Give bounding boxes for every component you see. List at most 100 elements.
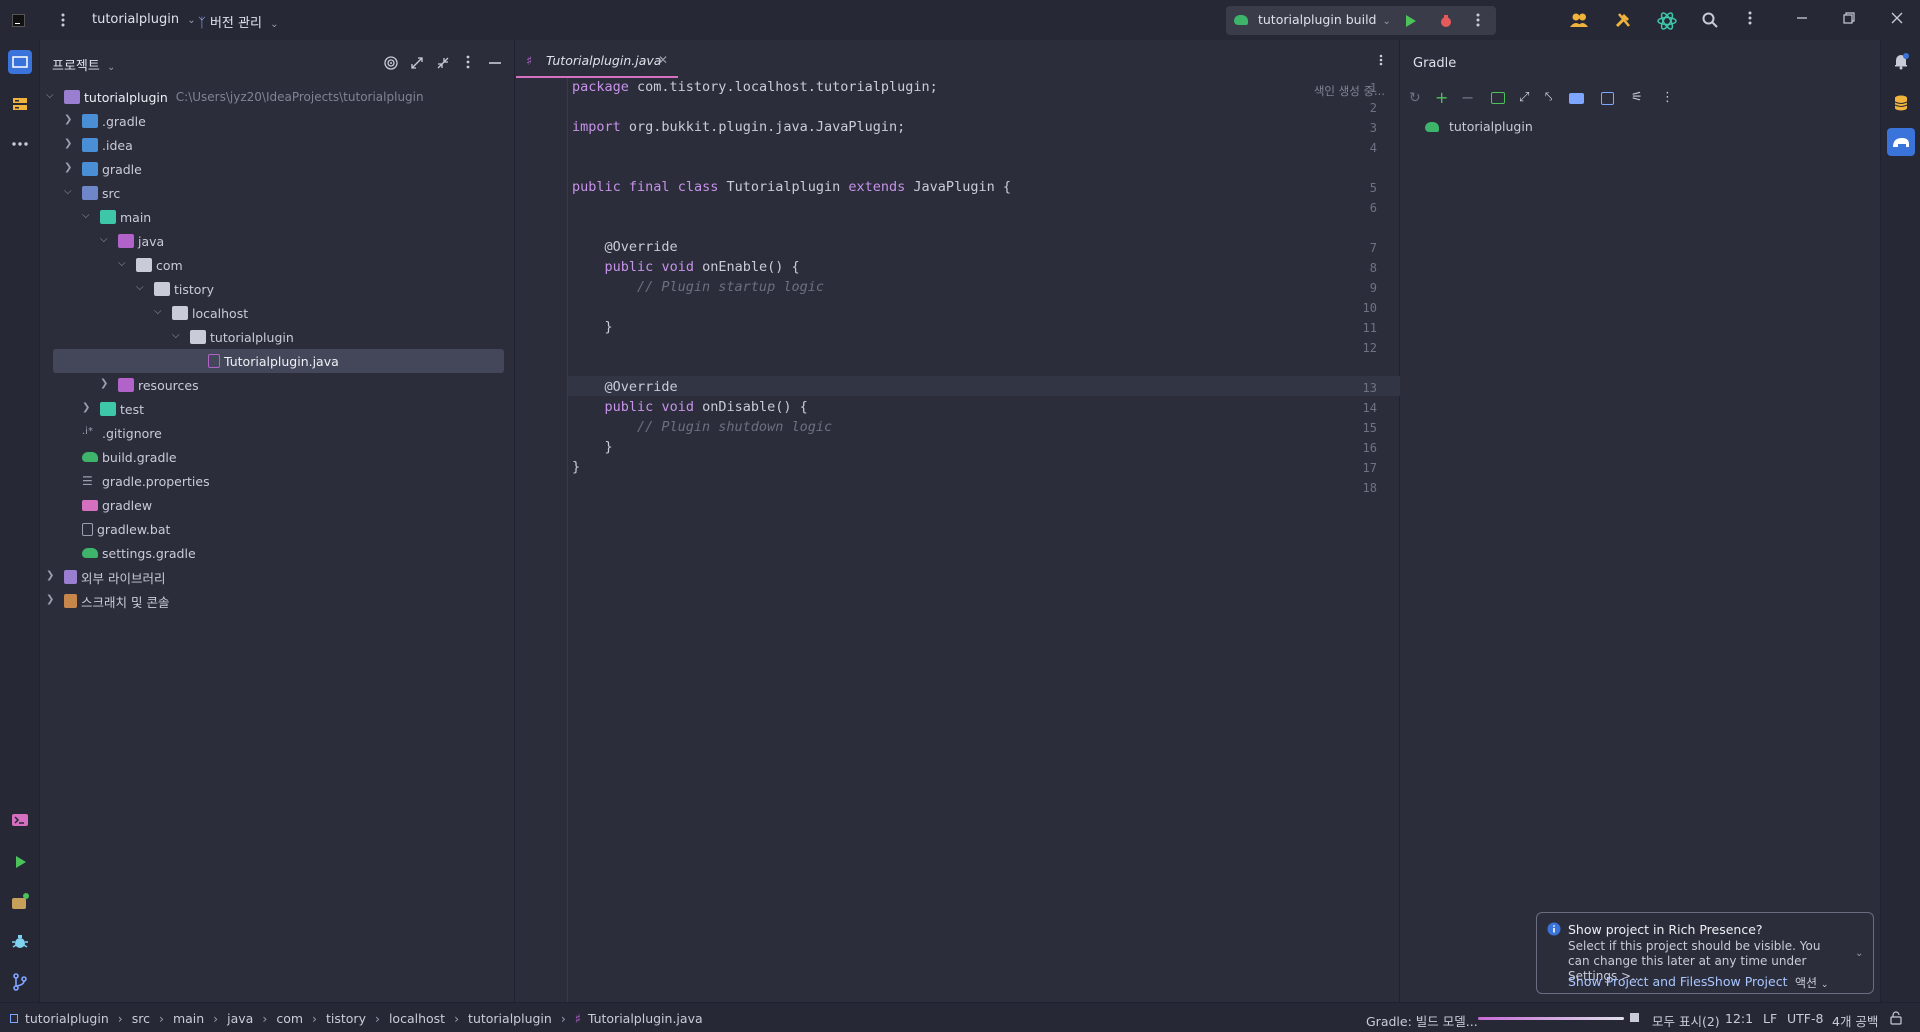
ai-assistant-icon[interactable] [1657,11,1677,30]
actions-dropdown[interactable]: 액션 ⌄ [1795,974,1828,991]
tree-item-main[interactable]: ⌵ main [82,206,151,228]
locate-file-icon[interactable] [383,55,399,71]
minimize-window-icon[interactable] [1795,11,1813,29]
tree-item-build-gradle[interactable]: build.gradle [82,446,177,468]
folder-icon[interactable] [1569,93,1584,104]
breadcrumb-item[interactable]: main [173,1011,204,1026]
tree-item-gradle[interactable]: ❯ gradle [64,158,142,180]
file-encoding[interactable]: UTF-8 [1787,1011,1823,1026]
debug-button[interactable] [1438,13,1454,29]
build-tools-icon[interactable] [1614,11,1632,29]
tree-item-idea[interactable]: ❯ .idea [64,134,133,156]
collapse-all-icon[interactable] [435,55,451,71]
git-branch-icon[interactable] [8,970,32,994]
left-tool-strip [0,40,40,1002]
main-menu-icon[interactable] [56,12,70,28]
breadcrumb-item[interactable]: tutorialplugin [468,1011,552,1026]
tree-item-label: gradlew.bat [97,521,171,537]
tree-item-java[interactable]: ⌵ java [100,230,164,252]
more-options-icon[interactable]: ⋮ [1661,90,1674,105]
tree-item-tistory[interactable]: ⌵ tistory [136,278,214,300]
tree-item-test[interactable]: ❯ test [82,398,144,420]
tree-item-settings-gradle[interactable]: settings.gradle [82,542,196,564]
tree-item-com[interactable]: ⌵ com [118,254,183,276]
project-view-dropdown[interactable]: 프로젝트 ⌄ [52,55,115,74]
project-tool-button[interactable] [8,50,32,74]
intellij-logo-icon[interactable] [12,14,25,27]
notifications-icon[interactable] [1892,52,1910,70]
problems-icon[interactable] [8,930,32,954]
run-tool-icon[interactable] [8,850,32,874]
breadcrumb-item[interactable]: src [132,1011,150,1026]
tree-item-src[interactable]: ⌵ src [64,182,120,204]
editor-tab[interactable]: ♯ Tutorialplugin.java ✕ [516,40,678,78]
close-tab-icon[interactable]: ✕ [658,53,668,67]
database-icon[interactable] [1892,94,1910,112]
close-window-icon[interactable] [1890,11,1908,29]
indent-setting[interactable]: 4개 공백 [1832,1011,1878,1030]
editor-tabs-menu-icon[interactable] [1379,54,1383,66]
breadcrumb-item[interactable]: com [276,1011,303,1026]
options-icon[interactable] [466,55,470,69]
tree-item-root[interactable]: ⌵ tutorialplugin C:\Users\jyz20\IdeaProj… [46,86,424,108]
run-button[interactable] [1402,13,1418,29]
more-tools-icon[interactable] [8,132,32,156]
tree-item-resources[interactable]: ❯ resources [100,374,199,396]
analyze-dependencies-icon[interactable] [1601,92,1614,105]
collapse-all-icon[interactable]: ⤣ [1545,90,1552,105]
add-icon[interactable]: + [1435,88,1448,107]
lock-icon[interactable] [1890,1011,1902,1025]
tree-item-gitignore[interactable]: .i* .gitignore [82,422,162,444]
expand-notification-icon[interactable]: ⌄ [1855,948,1863,959]
show-all-processes[interactable]: 모두 표시(2) [1652,1011,1720,1030]
execute-task-icon[interactable] [1491,92,1505,104]
expand-all-icon[interactable]: ⤢ [1519,90,1529,105]
line-number: 5 [1369,181,1377,195]
show-project-and-files-link[interactable]: Show Project and Files [1568,974,1707,989]
breadcrumb-item[interactable]: Tutorialplugin.java [588,1011,703,1026]
tree-item-tutorialplugin-package[interactable]: ⌵ tutorialplugin [172,326,294,348]
remove-icon[interactable]: − [1461,88,1474,107]
tree-item-gradlew-bat[interactable]: gradlew.bat [82,518,170,540]
vcs-menu[interactable]: ᛉ 버전 관리 ⌄ [198,12,278,31]
code-comment-line: // Plugin shutdown logic [572,419,833,435]
tree-item-dot-gradle[interactable]: ❯ .gradle [64,110,146,132]
run-config-selector[interactable]: tutorialplugin build ⌄ [1234,12,1391,27]
gradle-project-item[interactable]: tutorialplugin [1425,119,1533,134]
hide-panel-icon[interactable] [488,55,502,71]
cursor-position[interactable]: 12:1 [1725,1011,1753,1026]
breadcrumb-item[interactable]: java [227,1011,253,1026]
search-icon[interactable] [1701,11,1719,29]
breadcrumb-item[interactable]: localhost [389,1011,445,1026]
expand-all-icon[interactable] [409,55,425,71]
reload-icon[interactable]: ↻ [1409,90,1421,106]
breadcrumb-item[interactable]: tutorialplugin [25,1011,109,1026]
tree-item-label: gradlew [102,497,153,513]
line-separator[interactable]: LF [1763,1011,1777,1026]
terminal-icon[interactable] [8,808,32,832]
tree-item-label: .gradle [102,113,146,129]
tree-item-tutorialplugin-java[interactable]: Tutorialplugin.java [208,350,339,372]
java-source-folder-icon [118,234,134,248]
offline-mode-icon[interactable]: ⚟ [1631,90,1643,105]
tree-item-localhost[interactable]: ⌵ localhost [154,302,248,324]
project-switcher[interactable]: tutorialplugin ⌄ [92,12,196,27]
tree-item-gradlew[interactable]: gradlew [82,494,152,516]
gradle-build-status[interactable]: Gradle: 빌드 모델... [1366,1011,1478,1030]
structure-tool-icon[interactable] [8,92,32,116]
restore-window-icon[interactable] [1842,11,1860,29]
services-icon[interactable] [8,890,32,914]
run-widget: tutorialplugin build ⌄ [1226,6,1496,35]
more-run-options-icon[interactable] [1476,13,1482,29]
stop-build-icon[interactable] [1630,1013,1639,1022]
gradle-tool-button[interactable] [1887,128,1915,156]
gradle-folder-icon [82,162,98,176]
tree-item-scratches[interactable]: ❯ 스크래치 및 콘솔 [46,590,169,612]
code-with-me-icon[interactable] [1570,11,1588,29]
tree-item-gradle-properties[interactable]: ☰ gradle.properties [82,470,210,492]
tree-item-external-libraries[interactable]: ❯ 외부 라이브러리 [46,566,165,588]
show-project-link[interactable]: Show Project [1707,974,1787,989]
breadcrumb-item[interactable]: tistory [326,1011,366,1026]
more-actions-icon[interactable] [1748,11,1766,29]
line-number: 4 [1369,141,1377,155]
